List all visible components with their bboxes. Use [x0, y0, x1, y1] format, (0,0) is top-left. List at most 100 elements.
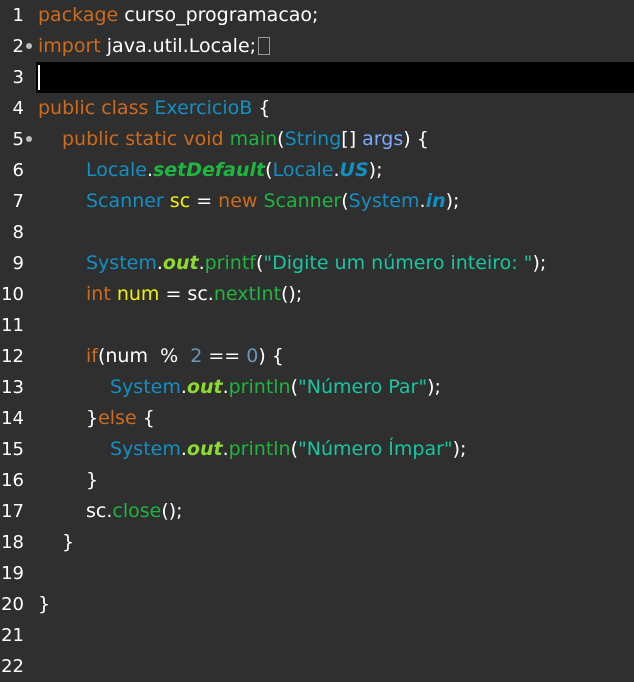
- paren: );: [368, 159, 383, 181]
- line-number: 6: [12, 160, 24, 181]
- method-name: main: [229, 128, 278, 150]
- code-line-6[interactable]: public static void main(String[] args) {: [62, 124, 429, 155]
- operator: =: [159, 283, 188, 305]
- paren: (: [265, 159, 273, 181]
- collapsed-fold-box-icon[interactable]: [258, 37, 271, 55]
- object-name: sc: [187, 283, 208, 305]
- paren: );: [532, 252, 547, 274]
- code-line-7[interactable]: Locale.setDefault(Locale.US);: [86, 155, 383, 186]
- paren: );: [452, 438, 467, 460]
- class-name: ExercicioB: [154, 97, 253, 119]
- keyword: package: [38, 4, 119, 26]
- method-name: close: [112, 500, 162, 522]
- code-line-17[interactable]: }: [86, 465, 98, 496]
- keyword: int: [86, 283, 111, 305]
- keyword: public class: [38, 97, 149, 119]
- class-name: System: [110, 376, 181, 398]
- line-number: 18: [1, 532, 24, 553]
- line-number: 7: [12, 191, 24, 212]
- package-name: curso_programacao;: [118, 4, 319, 26]
- method-name: printf: [204, 252, 256, 274]
- keyword: if: [86, 345, 98, 367]
- paren: ();: [281, 283, 303, 305]
- brace: }: [86, 469, 99, 491]
- fold-marker-icon[interactable]: [26, 136, 32, 142]
- variable-name: num: [105, 345, 148, 367]
- static-field: in: [425, 190, 446, 212]
- string-literal: "Digite um número inteiro: ": [263, 252, 533, 274]
- paren: (: [341, 190, 349, 212]
- method-name: println: [228, 376, 291, 398]
- variable-name: num: [116, 283, 160, 305]
- brackets: []: [341, 128, 363, 150]
- code-line-2[interactable]: import java.util.Locale;: [38, 31, 271, 62]
- text-caret: [38, 65, 40, 90]
- number-literal: 2: [190, 345, 203, 367]
- code-line-16[interactable]: System.out.println("Número Ímpar");: [110, 434, 466, 465]
- code-line-11[interactable]: int num = sc.nextInt();: [86, 279, 302, 310]
- code-line-21[interactable]: }: [38, 589, 50, 620]
- operator: ==: [202, 345, 247, 367]
- fold-marker-icon[interactable]: [26, 43, 32, 49]
- line-number: 16: [1, 470, 24, 491]
- constructor-name: Scanner: [263, 190, 342, 212]
- current-line-highlight: [36, 62, 634, 93]
- static-field: US: [339, 159, 369, 181]
- paren: ();: [161, 500, 183, 522]
- code-line-10[interactable]: System.out.printf("Digite um número inte…: [86, 248, 546, 279]
- line-number: 17: [1, 501, 24, 522]
- code-line-18[interactable]: sc.close();: [86, 496, 183, 527]
- paren: (: [290, 438, 299, 460]
- code-line-5[interactable]: public class ExercicioB {: [38, 93, 270, 124]
- brace: }: [86, 407, 99, 429]
- class-name: Scanner: [86, 190, 164, 212]
- string-literal: "Número Ímpar": [298, 438, 453, 460]
- line-number: 12: [1, 346, 24, 367]
- line-number: 21: [1, 625, 24, 646]
- type-name: String: [284, 128, 342, 150]
- line-number: 14: [1, 408, 24, 429]
- code-line-1[interactable]: package curso_programacao;: [38, 0, 318, 31]
- line-number: 5: [12, 129, 24, 150]
- line-number: 15: [1, 439, 24, 460]
- line-number: 1: [12, 5, 24, 26]
- line-number: 11: [1, 315, 24, 336]
- code-line-19[interactable]: }: [62, 527, 74, 558]
- line-number: 20: [1, 594, 24, 615]
- method-name: println: [228, 438, 291, 460]
- line-number-gutter: 1 2 3 4 5 6 7 8 9 10 11 12 13 14 15 16 1…: [0, 0, 36, 677]
- line-number: 10: [1, 284, 24, 305]
- code-line-15[interactable]: }else {: [86, 403, 155, 434]
- static-field: out: [186, 438, 223, 460]
- code-line-13[interactable]: if(num % 2 == 0) {: [86, 341, 284, 372]
- string-literal: "Número Par": [298, 376, 428, 398]
- method-name: setDefault: [152, 159, 266, 181]
- line-number: 3: [12, 67, 24, 88]
- paren: (: [290, 376, 299, 398]
- code-text-area[interactable]: package curso_programacao; import java.u…: [36, 0, 634, 641]
- parameter-name: args: [362, 128, 404, 150]
- code-line-8[interactable]: Scanner sc = new Scanner(System.in);: [86, 186, 459, 217]
- number-literal: 0: [246, 345, 259, 367]
- line-number: 8: [12, 222, 24, 243]
- brace: {: [136, 407, 155, 429]
- class-name: Locale: [86, 159, 147, 181]
- static-field: out: [162, 252, 199, 274]
- paren: ) {: [403, 128, 429, 150]
- line-number: 9: [12, 253, 24, 274]
- keyword: new: [218, 190, 258, 212]
- class-name: System: [110, 438, 181, 460]
- code-line-14[interactable]: System.out.println("Número Par");: [110, 372, 441, 403]
- class-name: System: [86, 252, 157, 274]
- paren: );: [427, 376, 441, 398]
- line-number: 2: [12, 36, 24, 57]
- class-name: System: [348, 190, 420, 212]
- class-name: Locale: [272, 159, 334, 181]
- brace: {: [252, 97, 271, 119]
- brace: }: [62, 531, 75, 553]
- keyword: public static void: [62, 128, 224, 150]
- operator: =: [190, 190, 219, 212]
- code-editor[interactable]: 1 2 3 4 5 6 7 8 9 10 11 12 13 14 15 16 1…: [0, 0, 634, 677]
- keyword: import: [38, 35, 101, 57]
- line-number: 19: [1, 563, 24, 584]
